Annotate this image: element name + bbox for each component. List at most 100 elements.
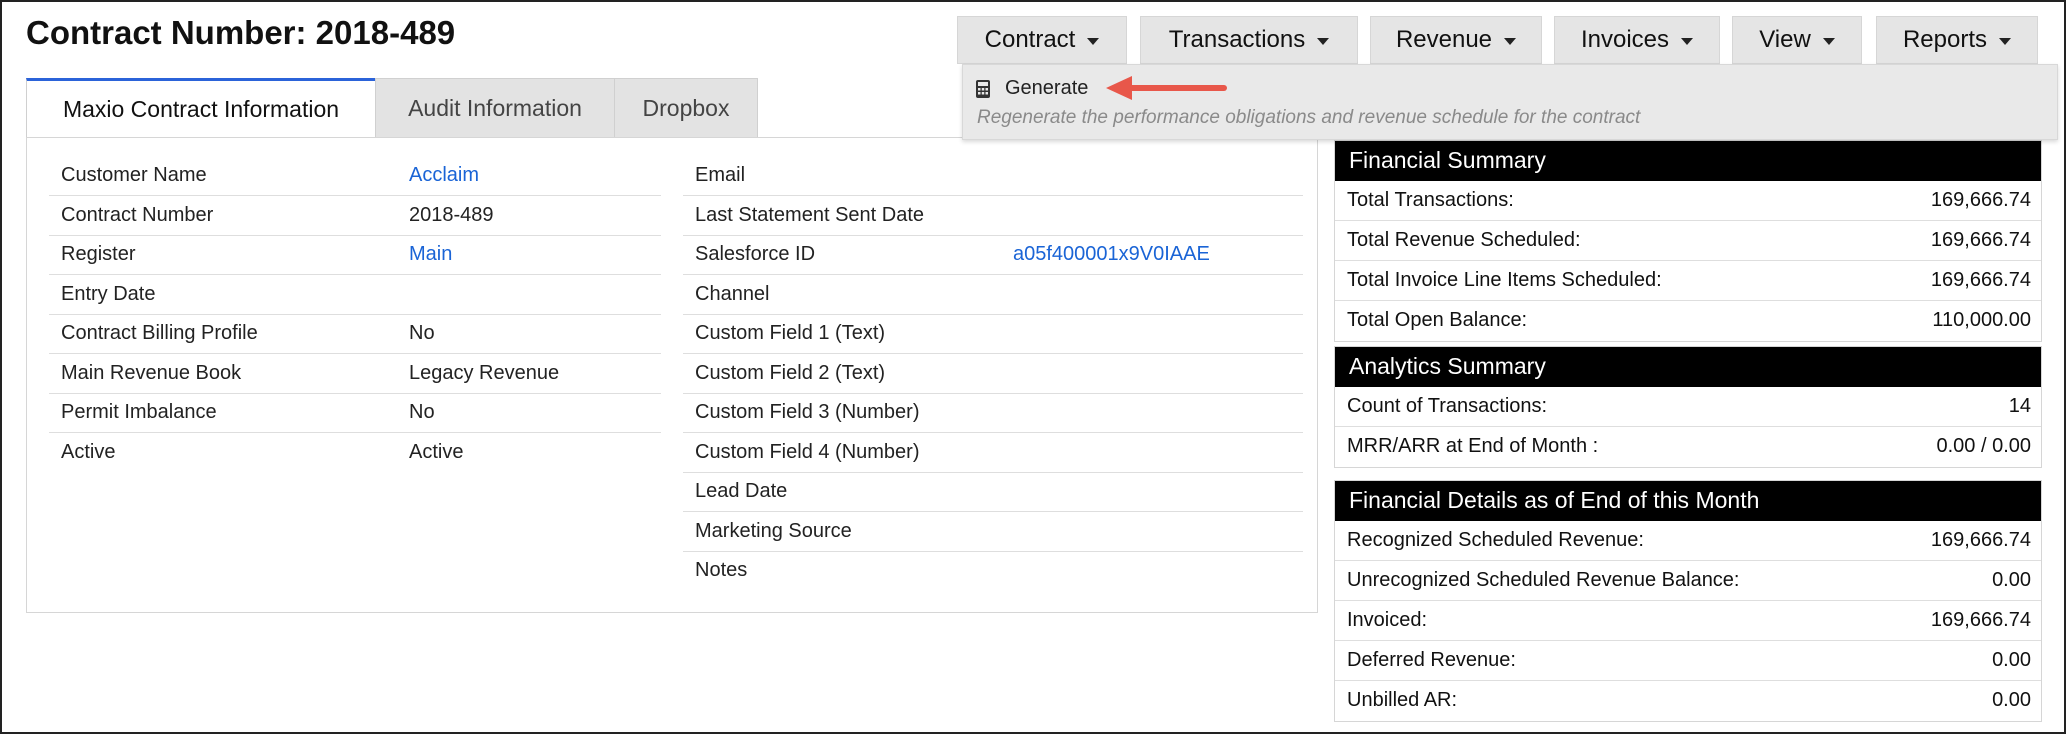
menu-label: Reports <box>1902 26 1988 53</box>
summary-value: 169,666.74 <box>1930 189 2031 211</box>
field-label: Notes <box>695 559 748 581</box>
menu-item-label: Generate <box>1005 77 1089 99</box>
field-label: Permit Imbalance <box>61 401 217 423</box>
summary-label: Count of Transactions: <box>1347 395 1548 417</box>
field-label: Lead Date <box>695 480 788 502</box>
field-row-marketing-source: Marketing Source <box>683 512 1303 552</box>
menu-label: Revenue <box>1395 26 1493 53</box>
menu-item-generate[interactable]: Generate <box>975 77 1088 100</box>
caret-down-icon <box>1999 38 2012 45</box>
summary-value: 14 <box>2008 395 2031 417</box>
menu-item-description: Regenerate the performance obligations a… <box>977 107 1641 128</box>
caret-down-icon <box>1681 38 1694 45</box>
menu-label: Contract <box>984 26 1076 53</box>
summary-label: Total Transactions: <box>1347 189 1514 211</box>
summary-row: Total Open Balance: 110,000.00 <box>1335 301 2041 341</box>
summary-value: 110,000.00 <box>1932 309 2031 331</box>
summary-label: Unrecognized Scheduled Revenue Balance: <box>1347 569 1740 591</box>
summary-value: 169,666.74 <box>1930 609 2031 631</box>
field-row-entry-date: Entry Date <box>49 275 661 315</box>
summary-label: MRR/ARR at End of Month : <box>1347 435 1599 457</box>
caret-down-icon <box>1317 38 1330 45</box>
field-label: Salesforce ID <box>695 243 816 265</box>
analytics-summary-title: Analytics Summary <box>1335 347 2041 387</box>
menu-label: Transactions <box>1168 26 1306 53</box>
field-row-custom-field-2: Custom Field 2 (Text) <box>683 354 1303 394</box>
field-value: No <box>409 401 435 423</box>
field-row-contract-billing-profile: Contract Billing Profile No <box>49 314 661 354</box>
field-label: Email <box>695 164 746 186</box>
salesforce-id-link[interactable]: a05f400001x9V0IAAE <box>1013 243 1210 266</box>
summary-row: Invoiced: 169,666.74 <box>1335 601 2041 641</box>
menu-label: View <box>1759 26 1811 53</box>
field-label: Entry Date <box>61 283 156 305</box>
field-row-custom-field-1: Custom Field 1 (Text) <box>683 314 1303 354</box>
summary-value: 0.00 / 0.00 <box>1936 435 2031 457</box>
field-label: Marketing Source <box>695 520 852 542</box>
field-row-active: Active Active <box>49 433 661 473</box>
page-title: Contract Number: 2018-489 <box>26 14 456 51</box>
financial-summary-title: Financial Summary <box>1335 141 2041 181</box>
summary-value: 0.00 <box>1992 689 2031 711</box>
summary-label: Deferred Revenue: <box>1347 649 1516 671</box>
field-row-email: Email <box>683 156 1303 196</box>
summary-label: Total Revenue Scheduled: <box>1347 229 1581 251</box>
field-row-salesforce-id: Salesforce ID a05f400001x9V0IAAE <box>683 235 1303 275</box>
summary-row: Deferred Revenue: 0.00 <box>1335 641 2041 681</box>
summary-label: Unbilled AR: <box>1347 689 1458 711</box>
field-label: Main Revenue Book <box>61 362 242 384</box>
summary-value: 169,666.74 <box>1930 229 2031 251</box>
annotation-arrow-icon <box>1106 76 1227 100</box>
financial-details-panel: Financial Details as of End of this Mont… <box>1334 480 2042 722</box>
customer-name-link[interactable]: Acclaim <box>409 164 479 187</box>
summary-row: Count of Transactions: 14 <box>1335 387 2041 427</box>
register-link[interactable]: Main <box>409 243 452 266</box>
field-label: Custom Field 3 (Number) <box>695 401 920 423</box>
summary-label: Total Invoice Line Items Scheduled: <box>1347 269 1662 291</box>
field-label: Channel <box>695 283 770 305</box>
field-label: Last Statement Sent Date <box>695 204 925 226</box>
field-label: Contract Billing Profile <box>61 322 258 344</box>
field-label: Custom Field 2 (Text) <box>695 362 886 384</box>
field-label: Custom Field 4 (Number) <box>695 441 920 463</box>
field-label: Customer Name <box>61 164 207 186</box>
analytics-summary-panel: Analytics Summary Count of Transactions:… <box>1334 346 2042 468</box>
field-row-custom-field-4: Custom Field 4 (Number) <box>683 433 1303 473</box>
summary-row: Recognized Scheduled Revenue: 169,666.74 <box>1335 521 2041 561</box>
caret-down-icon <box>1822 38 1835 45</box>
summary-label: Total Open Balance: <box>1347 309 1528 331</box>
field-value: Legacy Revenue <box>409 362 560 384</box>
summary-row: MRR/ARR at End of Month : 0.00 / 0.00 <box>1335 427 2041 467</box>
field-label: Active <box>61 441 116 463</box>
summary-row: Total Revenue Scheduled: 169,666.74 <box>1335 221 2041 261</box>
menu-contract[interactable]: Contract <box>957 16 1127 64</box>
menu-reports[interactable]: Reports <box>1876 16 2038 64</box>
menu-transactions[interactable]: Transactions <box>1140 16 1358 64</box>
field-value: Active <box>409 441 464 463</box>
tab-maxio-contract-information[interactable]: Maxio Contract Information <box>26 78 376 138</box>
menu-revenue[interactable]: Revenue <box>1370 16 1542 64</box>
field-row-customer-name: Customer Name Acclaim <box>49 156 661 196</box>
summary-row: Total Transactions: 169,666.74 <box>1335 181 2041 221</box>
field-label: Contract Number <box>61 204 214 226</box>
tab-audit-information[interactable]: Audit Information <box>375 78 615 138</box>
summary-label: Invoiced: <box>1347 609 1428 631</box>
field-label: Custom Field 1 (Text) <box>695 322 886 344</box>
menu-view[interactable]: View <box>1732 16 1862 64</box>
summary-value: 169,666.74 <box>1930 269 2031 291</box>
field-value: No <box>409 322 435 344</box>
caret-down-icon <box>1504 38 1517 45</box>
summary-row: Total Invoice Line Items Scheduled: 169,… <box>1335 261 2041 301</box>
menu-invoices[interactable]: Invoices <box>1554 16 1720 64</box>
summary-row: Unrecognized Scheduled Revenue Balance: … <box>1335 561 2041 601</box>
summary-label: Recognized Scheduled Revenue: <box>1347 529 1644 551</box>
field-row-last-statement-sent-date: Last Statement Sent Date <box>683 196 1303 236</box>
tab-dropbox[interactable]: Dropbox <box>614 78 758 138</box>
field-row-notes: Notes <box>683 551 1303 591</box>
contract-info-panel: Customer Name Acclaim Contract Number 20… <box>26 137 1318 613</box>
field-row-channel: Channel <box>683 275 1303 315</box>
summary-row: Unbilled AR: 0.00 <box>1335 681 2041 721</box>
menu-label: Invoices <box>1580 26 1670 53</box>
caret-down-icon <box>1087 38 1100 45</box>
calculator-icon <box>976 79 990 98</box>
